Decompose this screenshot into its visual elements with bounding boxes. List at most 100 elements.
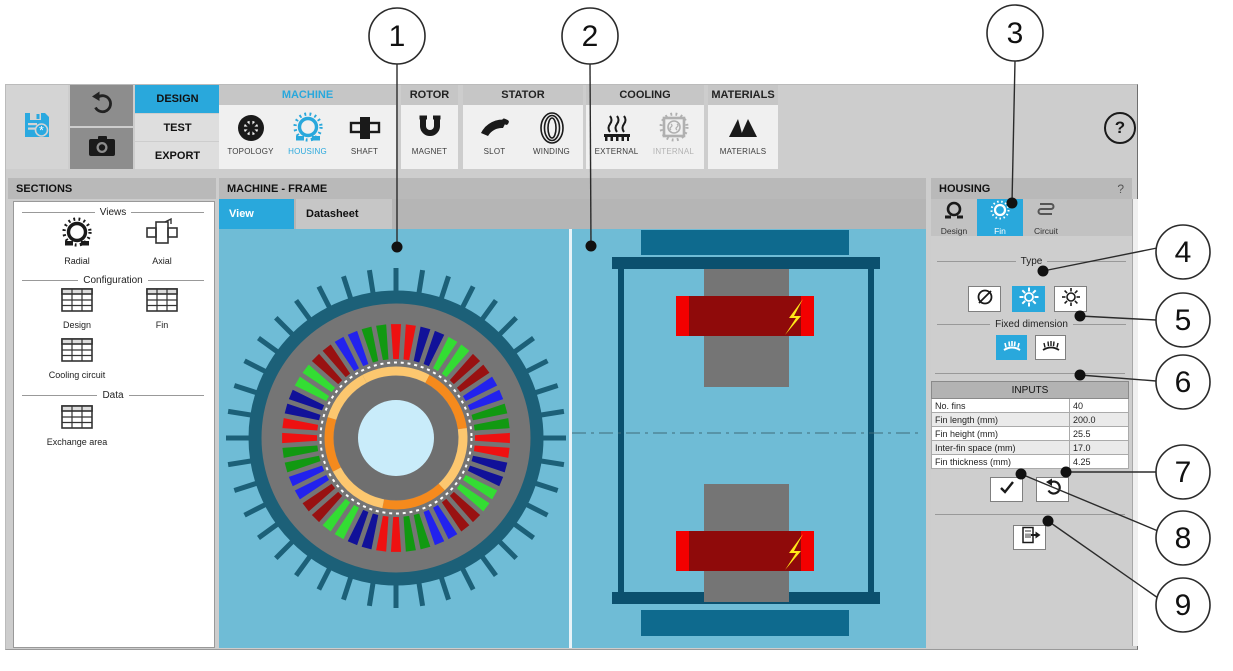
external-cooling-label: EXTERNAL — [594, 147, 639, 156]
table-row-fin-length[interactable]: Fin length (mm) 200.0 — [931, 413, 1129, 427]
svg-text:2: 2 — [582, 20, 599, 53]
radial-cross-section — [226, 268, 566, 608]
toolbar-item-winding[interactable]: WINDING — [524, 109, 579, 156]
design-mode-button[interactable]: DESIGN — [135, 85, 220, 113]
sections-sidebar: Views Radial Axial Configuration Design … — [13, 201, 215, 648]
row-value[interactable]: 25.5 — [1070, 427, 1128, 440]
type-group-label: Type — [937, 256, 1126, 267]
fin-table-icon — [146, 287, 178, 318]
cooling-group-title: COOLING — [586, 85, 704, 105]
internal-cooling-label: INTERNAL — [652, 147, 695, 156]
svg-text:4: 4 — [1175, 236, 1192, 269]
sidebar-item-fin-config[interactable]: Fin — [117, 287, 207, 330]
table-row-inter-fin-space[interactable]: Inter-fin space (mm) 17.0 — [931, 441, 1129, 455]
row-value[interactable]: 200.0 — [1070, 413, 1128, 426]
row-value[interactable]: 17.0 — [1070, 441, 1128, 454]
fin-type-none-button[interactable] — [968, 286, 1001, 312]
sidebar-item-exchange-area[interactable]: Exchange area — [32, 404, 122, 447]
shaft-icon — [349, 109, 381, 147]
export-icon — [1019, 526, 1041, 549]
camera-icon — [88, 135, 116, 162]
axial-view-icon — [145, 217, 179, 254]
svg-text:5: 5 — [1175, 304, 1192, 337]
topology-icon — [236, 109, 266, 147]
design-mode-label: DESIGN — [156, 93, 199, 105]
housing-tab-design[interactable]: Design — [931, 199, 977, 236]
toolbar-item-magnet[interactable]: MAGNET — [402, 109, 457, 156]
test-mode-button[interactable]: TEST — [135, 114, 220, 141]
shaft-label: SHAFT — [350, 147, 379, 156]
housing-tab-circuit[interactable]: Circuit — [1023, 199, 1069, 236]
app-window: * DESIGN TEST EXPORT MACHINE TOPOLOGY HO… — [5, 84, 1138, 650]
tab-view[interactable]: View — [219, 199, 294, 229]
annular-fin-icon — [1018, 286, 1040, 313]
row-label: Fin thickness (mm) — [932, 455, 1070, 468]
check-icon — [998, 479, 1016, 500]
export-mode-button[interactable]: EXPORT — [135, 142, 220, 169]
rotor-group-title: ROTOR — [401, 85, 458, 105]
table-row-no-fins[interactable]: No. fins 40 — [931, 399, 1129, 413]
exchange-area-table-icon — [61, 404, 93, 435]
magnet-icon — [415, 109, 445, 147]
toolbar-item-materials[interactable]: MATERIALS — [712, 109, 774, 156]
svg-text:9: 9 — [1175, 589, 1192, 622]
fin-config-label: Fin — [155, 320, 169, 330]
sidebar-item-design-config[interactable]: Design — [32, 287, 122, 330]
inputs-table-title: INPUTS — [931, 381, 1129, 399]
toolbar-item-slot[interactable]: SLOT — [467, 109, 522, 156]
design-table-icon — [61, 287, 93, 318]
topology-label: TOPOLOGY — [227, 147, 274, 156]
table-row-fin-height[interactable]: Fin height (mm) 25.5 — [931, 427, 1129, 441]
winding-label: WINDING — [533, 147, 570, 156]
export-mode-label: EXPORT — [154, 149, 201, 162]
svg-text:3: 3 — [1007, 17, 1024, 50]
fixed-dimension-space-button[interactable] — [1035, 335, 1066, 360]
screenshot-button[interactable] — [70, 128, 133, 169]
apply-button[interactable] — [990, 477, 1023, 502]
housing-tab-fin[interactable]: Fin — [977, 199, 1023, 236]
row-value[interactable]: 40 — [1070, 399, 1128, 412]
export-fin-button[interactable] — [1013, 525, 1046, 550]
fin-type-radial-button[interactable] — [1054, 286, 1087, 312]
external-cooling-icon — [600, 109, 634, 147]
toolbar-group-materials: MATERIALS MATERIALS — [708, 85, 778, 169]
fin-comb-outline-icon — [1041, 337, 1061, 358]
radial-view[interactable] — [219, 229, 569, 648]
tab-datasheet[interactable]: Datasheet — [296, 199, 392, 229]
table-row-fin-thickness[interactable]: Fin thickness (mm) 4.25 — [931, 455, 1129, 469]
toolbar-item-housing[interactable]: HOUSING — [280, 109, 335, 156]
save-button[interactable]: * — [6, 85, 68, 169]
machine-frame-title: MACHINE - FRAME — [227, 182, 328, 195]
row-value[interactable]: 4.25 — [1070, 455, 1128, 468]
reset-button[interactable] — [1036, 477, 1069, 502]
help-icon: ? — [1114, 118, 1126, 137]
toolbar-group-cooling: COOLING EXTERNAL INTERNAL — [586, 85, 704, 169]
fixed-dimension-text: Fixed dimension — [995, 319, 1068, 330]
housing-icon — [292, 109, 324, 147]
materials-group-title: MATERIALS — [708, 85, 778, 105]
axial-view[interactable] — [572, 229, 926, 648]
help-button[interactable]: ? — [1104, 112, 1136, 144]
svg-text:1: 1 — [389, 20, 406, 53]
materials-label: MATERIALS — [719, 147, 767, 156]
undo-button[interactable] — [70, 85, 133, 126]
magnet-label: MAGNET — [411, 147, 448, 156]
svg-text:6: 6 — [1175, 366, 1192, 399]
inputs-table: INPUTS No. fins 40 Fin length (mm) 200.0… — [931, 381, 1129, 469]
panel-scrollbar[interactable] — [1132, 199, 1138, 646]
fixed-dimension-group-label: Fixed dimension — [937, 319, 1126, 330]
fin-tab-icon — [989, 200, 1011, 225]
fixed-dimension-height-button[interactable] — [996, 335, 1027, 360]
housing-panel-help[interactable]: ? — [1117, 182, 1124, 196]
toolbar-item-topology[interactable]: TOPOLOGY — [223, 109, 278, 156]
fin-type-annular-button[interactable] — [1012, 286, 1045, 312]
toolbar-item-internal-cooling[interactable]: INTERNAL — [646, 109, 701, 156]
toolbar-group-machine: MACHINE TOPOLOGY HOUSING SHAFT — [219, 85, 396, 169]
toolbar-item-shaft[interactable]: SHAFT — [337, 109, 392, 156]
sidebar-item-radial[interactable]: Radial — [32, 217, 122, 266]
cooling-circuit-label: Cooling circuit — [48, 370, 106, 380]
toolbar-item-external-cooling[interactable]: EXTERNAL — [589, 109, 644, 156]
winding-icon — [538, 109, 566, 147]
sidebar-item-cooling-circuit[interactable]: Cooling circuit — [32, 337, 122, 380]
sidebar-item-axial[interactable]: Axial — [117, 217, 207, 266]
